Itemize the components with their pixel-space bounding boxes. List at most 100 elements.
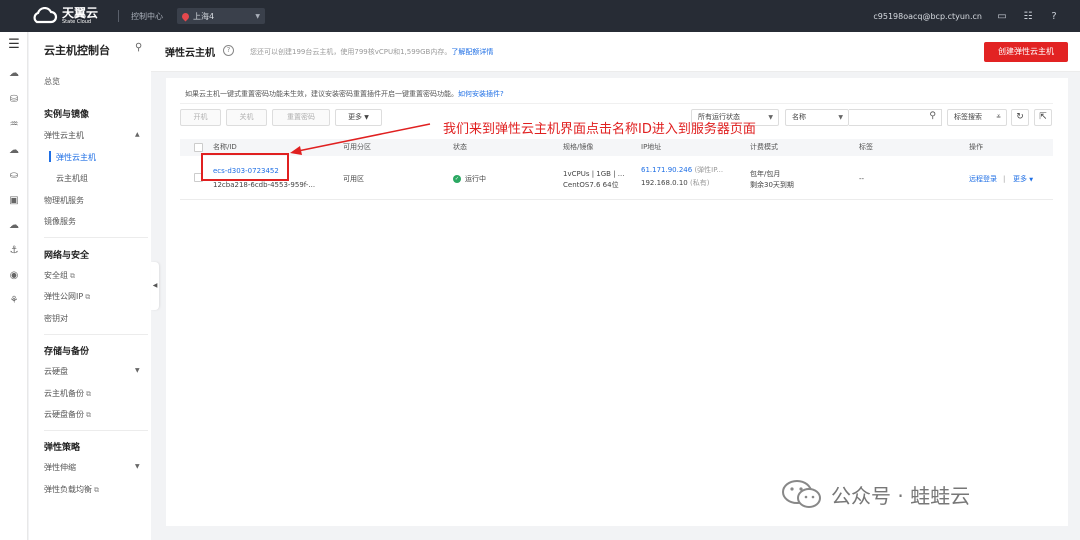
sidebar-item-ecs-group[interactable]: 云主机组 [56, 173, 88, 184]
sidebar-item-eip[interactable]: 弹性公网IP ⧉ [44, 291, 90, 302]
location-pin-icon [180, 11, 191, 21]
quota-info: 您还可以创建199台云主机，使用799核vCPU和1,599GB内存。了解配额详… [250, 48, 494, 56]
status-cell: ✓ 运行中 [453, 175, 486, 183]
sidebar: 云主机控制台 ⚲ 总览 实例与镜像 弹性云主机 ▲ 弹性云主机 云主机组 物理机… [29, 32, 151, 540]
external-link-icon: ⧉ [86, 411, 91, 419]
table-header: 名称/ID 可用分区 状态 规格/镜像 IP地址 计费模式 标签 操作 [180, 139, 1053, 156]
chevron-up-icon[interactable]: ▲ [135, 131, 140, 138]
settings-icon[interactable]: ☷ [1022, 11, 1034, 22]
billing-cell: 包年/包月 [750, 170, 781, 178]
refresh-icon[interactable]: ↻ [1011, 109, 1029, 126]
region-select[interactable]: 上海4 ▼ [177, 8, 266, 24]
page-title: 弹性云主机 [165, 48, 215, 59]
sidebar-item-autoscale[interactable]: 弹性伸缩 [44, 462, 76, 473]
annotation-text: 我们来到弹性云主机界面点击名称ID进入到服务器页面 [443, 122, 756, 137]
sidebar-item-keypair[interactable]: 密钥对 [44, 313, 68, 324]
notice-link[interactable]: 如何安装插件? [458, 90, 504, 98]
page-header: 弹性云主机 ? 您还可以创建199台云主机，使用799核vCPU和1,599GB… [151, 32, 1080, 72]
ip-icon[interactable]: ◉ [7, 269, 21, 283]
divider [44, 237, 148, 238]
watermark-text: 公众号 · 蛙蛙云 [831, 483, 971, 508]
message-icon[interactable]: ▭ [996, 11, 1008, 22]
sidebar-item-ecs-list[interactable]: 弹性云主机 [56, 152, 96, 163]
sidebar-item-overview[interactable]: 总览 [44, 76, 60, 87]
private-ip-cell: 192.168.0.10 (私有) [641, 179, 710, 187]
start-button[interactable]: 开机 [180, 109, 221, 126]
chevron-down-icon: ▼ [768, 114, 773, 121]
cloud-icon[interactable]: ☁ [7, 67, 21, 81]
logo-subtitle: State Cloud [62, 19, 92, 25]
logo-title: 天翼云 [62, 6, 99, 20]
content-card: 如果云主机一键式重置密码功能未生效，建议安装密码重置插件开启一键重置密码功能。如… [166, 78, 1068, 526]
notice-text: 如果云主机一键式重置密码功能未生效，建议安装密码重置插件开启一键重置密码功能。 [185, 90, 458, 98]
sidebar-group-network: 网络与安全 [44, 251, 90, 261]
help-circle-icon[interactable]: ? [223, 45, 234, 56]
help-icon[interactable]: ? [1048, 11, 1060, 22]
external-link-icon: ⧉ [70, 272, 75, 280]
balance-icon[interactable]: ⚓ [7, 244, 21, 258]
disk-icon[interactable]: ▣ [7, 194, 21, 208]
chevron-down-icon[interactable]: ▼ [135, 367, 140, 374]
cluster-icon[interactable]: ♒ [7, 118, 21, 132]
sidebar-item-ecs-backup[interactable]: 云主机备份 ⧉ [44, 388, 91, 399]
table-row: ecs-d303-0723452 12cba218-6cdb-4553-959f… [180, 156, 1053, 200]
create-ecs-button[interactable]: 创建弹性云主机 [984, 42, 1068, 62]
reset-password-button[interactable]: 重置密码 [272, 109, 330, 126]
tag-search-button[interactable]: 标签搜索 ≚ [947, 109, 1007, 126]
sidebar-item-ecs[interactable]: 弹性云主机 [44, 130, 84, 141]
chevron-down-icon: ▼ [364, 114, 369, 121]
region-value: 上海4 [193, 11, 215, 21]
account-name[interactable]: c95198oacq@bcp.ctyun.cn [873, 12, 982, 21]
sidebar-group-instances: 实例与镜像 [44, 110, 90, 120]
logo[interactable]: 天翼云 State Cloud [30, 7, 98, 25]
cloud-upload-icon[interactable]: ☁ [7, 219, 21, 233]
sidebar-item-security-group[interactable]: 安全组 ⧉ [44, 270, 75, 281]
sidebar-collapse-toggle[interactable]: ◀ [151, 262, 159, 310]
cloud-outline-icon[interactable]: ☁ [7, 144, 21, 158]
highlight-box [201, 153, 289, 181]
top-bar: 天翼云 State Cloud 控制中心 上海4 ▼ c95198oacq@bc… [0, 0, 1080, 32]
chevron-down-icon[interactable]: ▼ [135, 463, 140, 470]
image-cell: CentOS7.6 64位 [563, 181, 619, 189]
search-icon[interactable]: ⚲ [929, 111, 936, 121]
spec-cell: 1vCPUs | 1GB | ... [563, 170, 625, 178]
menu-icon[interactable]: ☰ [7, 38, 21, 52]
search-field[interactable]: ⚲ [849, 109, 942, 126]
column-header: IP地址 [641, 143, 662, 151]
wechat-icon [782, 480, 821, 508]
chevron-down-icon: ▼ [838, 114, 843, 121]
storage-icon[interactable]: ⛀ [7, 169, 21, 183]
database-icon[interactable]: ⛁ [7, 93, 21, 107]
public-ip-cell: 61.171.90.246 (弹性IP... [641, 166, 724, 174]
column-header: 操作 [969, 143, 983, 151]
console-link[interactable]: 控制中心 [131, 11, 163, 22]
more-actions-link[interactable]: 更多 ▼ [1013, 174, 1033, 185]
divider [118, 10, 120, 22]
column-header: 计费模式 [750, 143, 778, 151]
sidebar-item-images[interactable]: 镜像服务 [44, 216, 76, 227]
column-header: 可用分区 [343, 143, 371, 151]
stop-button[interactable]: 关机 [226, 109, 267, 126]
icon-rail: ☰ ☁ ⛁ ♒ ☁ ⛀ ▣ ☁ ⚓ ◉ ⚘ [0, 32, 28, 540]
active-indicator [49, 151, 51, 162]
network-icon[interactable]: ⚘ [7, 294, 21, 308]
search-input[interactable] [853, 110, 923, 124]
sidebar-item-elb[interactable]: 弹性负载均衡 ⧉ [44, 484, 99, 495]
sidebar-group-storage: 存储与备份 [44, 347, 90, 357]
export-icon[interactable]: ⇱ [1034, 109, 1052, 126]
notice-bar: 如果云主机一键式重置密码功能未生效，建议安装密码重置插件开启一键重置密码功能。如… [180, 84, 1053, 104]
quota-link[interactable]: 了解配额详情 [451, 48, 493, 56]
column-header: 状态 [453, 143, 467, 151]
search-icon[interactable]: ⚲ [135, 42, 147, 54]
select-all-checkbox[interactable] [194, 143, 203, 152]
sidebar-item-disk[interactable]: 云硬盘 [44, 366, 68, 377]
zone-cell: 可用区 [343, 175, 364, 183]
sidebar-item-disk-backup[interactable]: 云硬盘备份 ⧉ [44, 409, 91, 420]
instance-id: 12cba218-6cdb-4553-959f-... [213, 181, 316, 189]
public-ip-link[interactable]: 61.171.90.246 [641, 166, 692, 174]
sidebar-item-bms[interactable]: 物理机服务 [44, 195, 84, 206]
more-actions-button[interactable]: 更多 ▼ [335, 109, 382, 126]
check-circle-icon: ✓ [453, 175, 461, 183]
remote-login-link[interactable]: 远程登录 [969, 174, 997, 184]
name-filter-select[interactable]: 名称 ▼ [785, 109, 849, 126]
